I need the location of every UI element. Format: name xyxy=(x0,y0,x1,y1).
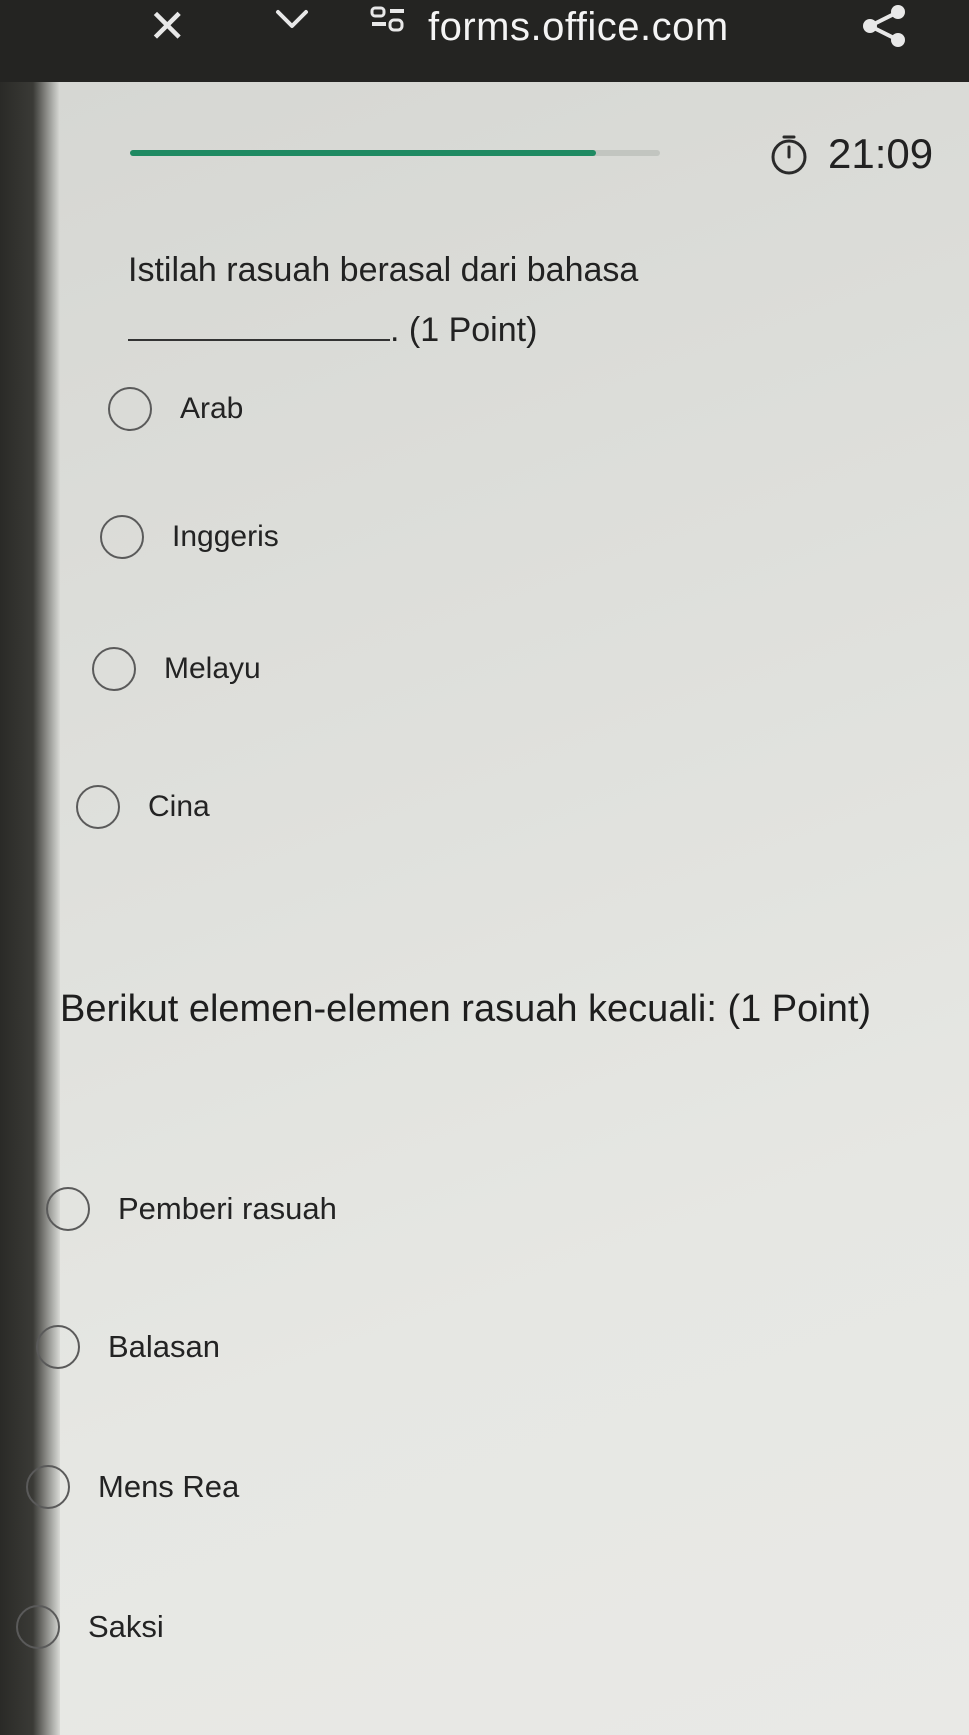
option-label: Arab xyxy=(180,392,244,425)
browser-address-bar: ✕ forms.office.com xyxy=(0,0,969,82)
radio-button[interactable] xyxy=(46,1187,90,1231)
radio-button[interactable] xyxy=(92,647,136,691)
option-label: Pemberi rasuah xyxy=(118,1191,337,1226)
timer-text: 21:09 xyxy=(828,130,934,177)
form-page: 21:09 Istilah rasuah berasal dari bahasa… xyxy=(16,82,969,1735)
question-1-blank xyxy=(128,309,390,341)
option-cina[interactable]: Cina xyxy=(76,782,210,832)
url-text[interactable]: forms.office.com xyxy=(428,4,729,50)
question-1-text-after: . (1 Point) xyxy=(390,311,538,349)
option-saksi[interactable]: Saksi xyxy=(16,1602,164,1652)
chevron-down-icon[interactable] xyxy=(272,4,312,34)
question-1-text-before: Istilah rasuah berasal dari bahasa xyxy=(128,251,639,289)
radio-button[interactable] xyxy=(108,387,152,431)
radio-button[interactable] xyxy=(16,1605,60,1649)
option-balasan[interactable]: Balasan xyxy=(36,1322,220,1372)
tab-switcher-icon[interactable] xyxy=(370,6,408,36)
radio-button[interactable] xyxy=(100,515,144,559)
option-label: Cina xyxy=(148,790,210,823)
radio-button[interactable] xyxy=(76,785,120,829)
option-mens-rea[interactable]: Mens Rea xyxy=(26,1462,239,1512)
option-label: Mens Rea xyxy=(98,1469,240,1504)
radio-button[interactable] xyxy=(26,1465,70,1509)
close-icon[interactable]: ✕ xyxy=(148,0,187,52)
option-label: Saksi xyxy=(88,1609,164,1644)
option-label: Melayu xyxy=(164,652,261,685)
question-1-text: Istilah rasuah berasal dari bahasa . (1 … xyxy=(128,240,928,360)
radio-button[interactable] xyxy=(36,1325,80,1369)
option-inggeris[interactable]: Inggeris xyxy=(100,512,279,562)
progress-bar xyxy=(130,150,660,156)
option-melayu[interactable]: Melayu xyxy=(92,644,261,694)
question-2-text: Berikut elemen-elemen rasuah kecuali: (1… xyxy=(60,988,872,1030)
option-label: Balasan xyxy=(108,1329,221,1364)
progress-row: 21:09 xyxy=(130,128,933,178)
option-pemberi-rasuah[interactable]: Pemberi rasuah xyxy=(46,1184,337,1234)
option-label: Inggeris xyxy=(172,520,279,553)
progress-bar-fill xyxy=(130,150,597,156)
share-icon[interactable] xyxy=(858,4,910,48)
stopwatch-icon xyxy=(771,135,807,175)
option-arab[interactable]: Arab xyxy=(108,384,243,434)
